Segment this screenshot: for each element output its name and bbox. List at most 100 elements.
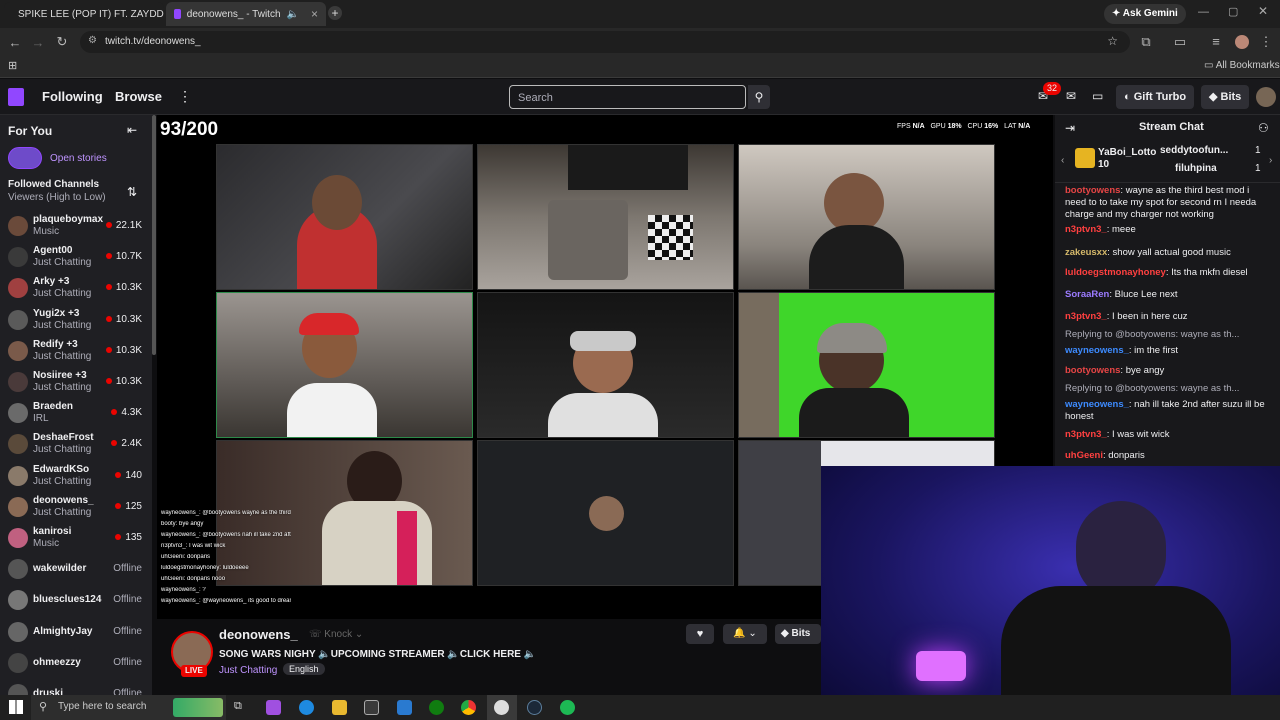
chat-username[interactable]: bootyowens [1065,365,1120,376]
gifter-name[interactable]: filuhpina [1175,163,1217,174]
profile-avatar[interactable] [1235,35,1249,49]
reply-indicator: Replying to @bootyowens: wayne as th... [1065,329,1270,341]
sidebar-item-edwardkso[interactable]: EdwardKSo Just Chatting 140 [0,461,152,492]
url-text[interactable]: twitch.tv/deonowens_ [105,36,201,47]
tab-twitch[interactable]: deonowens_ - Twitch 🔈 × [166,2,326,26]
chat-username[interactable]: wayneowens_ [1065,345,1129,356]
close-icon[interactable]: × [311,7,318,21]
sidebar-item-plaqueboymax[interactable]: plaqueboymax Music 22.1K [0,211,152,242]
search-icon[interactable]: ⚲ [748,85,770,109]
taskbar-search[interactable]: ⚲ Type here to search [31,695,226,720]
site-info-icon[interactable]: ⚙ [88,35,97,46]
performance-stats: FPS N/A GPU 18% CPU 16% LAT N/A [897,123,1030,130]
task-view-icon[interactable]: ⧉ [234,700,249,715]
users-icon[interactable]: ⚇ [1258,121,1269,135]
sidebar-item-kanirosi[interactable]: kanirosi Music 135 [0,523,152,554]
chat-username[interactable]: SoraaRen [1065,289,1109,300]
sidebar-item-deshaefrost[interactable]: DeshaeFrost Just Chatting 2.4K [0,429,152,460]
chevron-right-icon[interactable]: › [1269,155,1272,166]
video-tile-3 [738,144,995,290]
notifications-bell-button[interactable]: 🔔 ⌄ [723,624,767,644]
sidebar-item-ohmeezzy[interactable]: ohmeezzy Offline [0,648,152,679]
file-explorer-icon[interactable] [332,700,347,715]
sidebar-item-yugi2x-3[interactable]: Yugi2x +3 Just Chatting 10.3K [0,305,152,336]
chat-username[interactable]: n3ptvn3_ [1065,224,1107,235]
search-input[interactable]: Search [509,85,746,109]
chat-username[interactable]: luldoegstmonayhoney [1065,267,1166,278]
cast-icon[interactable]: ▭ [1170,34,1190,50]
ask-gemini-button[interactable]: ✦ Ask Gemini [1104,4,1186,24]
sidebar-item-wakewilder[interactable]: wakewilder Offline [0,554,152,585]
bits-button[interactable]: ◆ Bits [1201,85,1250,109]
copilot-icon[interactable] [266,700,281,715]
person-silhouette [799,388,909,437]
speaker-icon[interactable]: 🔈 [287,9,299,20]
extensions-icon[interactable]: ⧉ [1136,34,1156,50]
channel-name: AlmightyJay [33,625,93,637]
chat-username[interactable]: uhGeeni [1065,450,1103,461]
sidebar-item-redify-3[interactable]: Redify +3 Just Chatting 10.3K [0,336,152,367]
sidebar-item-braeden[interactable]: Braeden IRL 4.3K [0,398,152,429]
gpu-label: GPU [930,123,946,130]
sidebar-item-bluesclues124[interactable]: bluesclues124 Offline [0,585,152,616]
minimize-button[interactable]: — [1198,6,1209,18]
user-avatar[interactable] [1256,87,1276,107]
xbox-icon[interactable] [429,700,444,715]
whisper-icon[interactable]: ✉ [1066,89,1076,103]
sidebar-item-almightyjay[interactable]: AlmightyJay Offline [0,617,152,648]
steam-icon[interactable] [527,700,542,715]
reading-list-icon[interactable]: ≡ [1206,34,1226,49]
light-glow [916,651,966,681]
sidebar-item-nosiiree-3[interactable]: Nosiiree +3 Just Chatting 10.3K [0,367,152,398]
more-icon[interactable]: ⋮ [178,88,192,105]
bits-cheer-button[interactable]: ◆ Bits [775,624,821,644]
category-link[interactable]: Just Chatting [219,665,277,676]
twitch-logo-icon[interactable] [8,88,24,106]
channel-name[interactable]: deonowens_ [219,627,298,642]
chat-username[interactable]: wayneowens_ [1065,399,1129,410]
all-bookmarks[interactable]: ▭ All Bookmarks [1204,60,1280,71]
viewer-count: 125 [115,501,142,512]
windows-start-icon[interactable] [9,700,23,714]
chat-bubble-icon[interactable]: ▭ [1092,89,1103,103]
back-icon[interactable]: ← [5,35,25,50]
sidebar-item-arky-3[interactable]: Arky +3 Just Chatting 10.3K [0,273,152,304]
follow-heart-button[interactable]: ♥ [686,624,714,644]
chat-username[interactable]: n3ptvn3_ [1065,311,1107,322]
language-tag[interactable]: English [283,663,325,675]
gift-turbo-button[interactable]: ◐ Gift Turbo [1116,85,1195,109]
menu-icon[interactable]: ⋮ [1256,34,1276,50]
new-tab-button[interactable]: + [328,6,342,20]
nav-browse[interactable]: Browse [115,89,162,104]
open-stories-link[interactable]: Open stories [50,153,107,164]
spotify-icon[interactable] [560,700,575,715]
stories-avatars[interactable] [8,147,42,169]
maximize-button[interactable]: ▢ [1228,5,1238,18]
star-icon[interactable]: ☆ [1107,34,1118,48]
close-window-button[interactable]: ✕ [1258,4,1268,18]
forward-icon[interactable]: → [28,35,48,50]
obs-icon[interactable] [494,700,509,715]
outlook-icon[interactable] [397,700,412,715]
chat-username[interactable]: bootyowens [1065,185,1120,196]
sidebar-item-agent00[interactable]: Agent00 Just Chatting 10.7K [0,242,152,273]
chat-username[interactable]: zakeusxx [1065,247,1107,258]
apps-icon[interactable]: ⊞ [8,59,17,72]
collapse-icon[interactable]: ⇤ [127,123,137,137]
url-field[interactable]: ⚙ twitch.tv/deonowens_ ☆ [80,31,1130,53]
chevron-left-icon[interactable]: ‹ [1061,155,1064,166]
store-icon[interactable] [364,700,379,715]
reload-icon[interactable]: ↻ [52,34,72,50]
sort-icon[interactable]: ⇅ [127,185,137,199]
sidebar-scrollbar[interactable] [152,115,156,355]
gifter-name[interactable]: YaBoi_Lotto [1098,147,1156,158]
knock-button[interactable]: ☏ Knock ⌄ [309,629,363,640]
sidebar-item-deonowens-[interactable]: deonowens_ Just Chatting 125 [0,492,152,523]
gifter-name[interactable]: seddytoofun... [1160,145,1228,156]
nav-following[interactable]: Following [42,89,103,104]
chrome-icon[interactable] [461,700,476,715]
collapse-chat-icon[interactable]: ⇥ [1065,121,1075,135]
chat-username[interactable]: n3ptvn3_ [1065,429,1107,440]
edge-icon[interactable] [299,700,314,715]
tab-youtube[interactable]: SPIKE LEE (POP IT) FT. ZAYDD & × [4,2,164,26]
